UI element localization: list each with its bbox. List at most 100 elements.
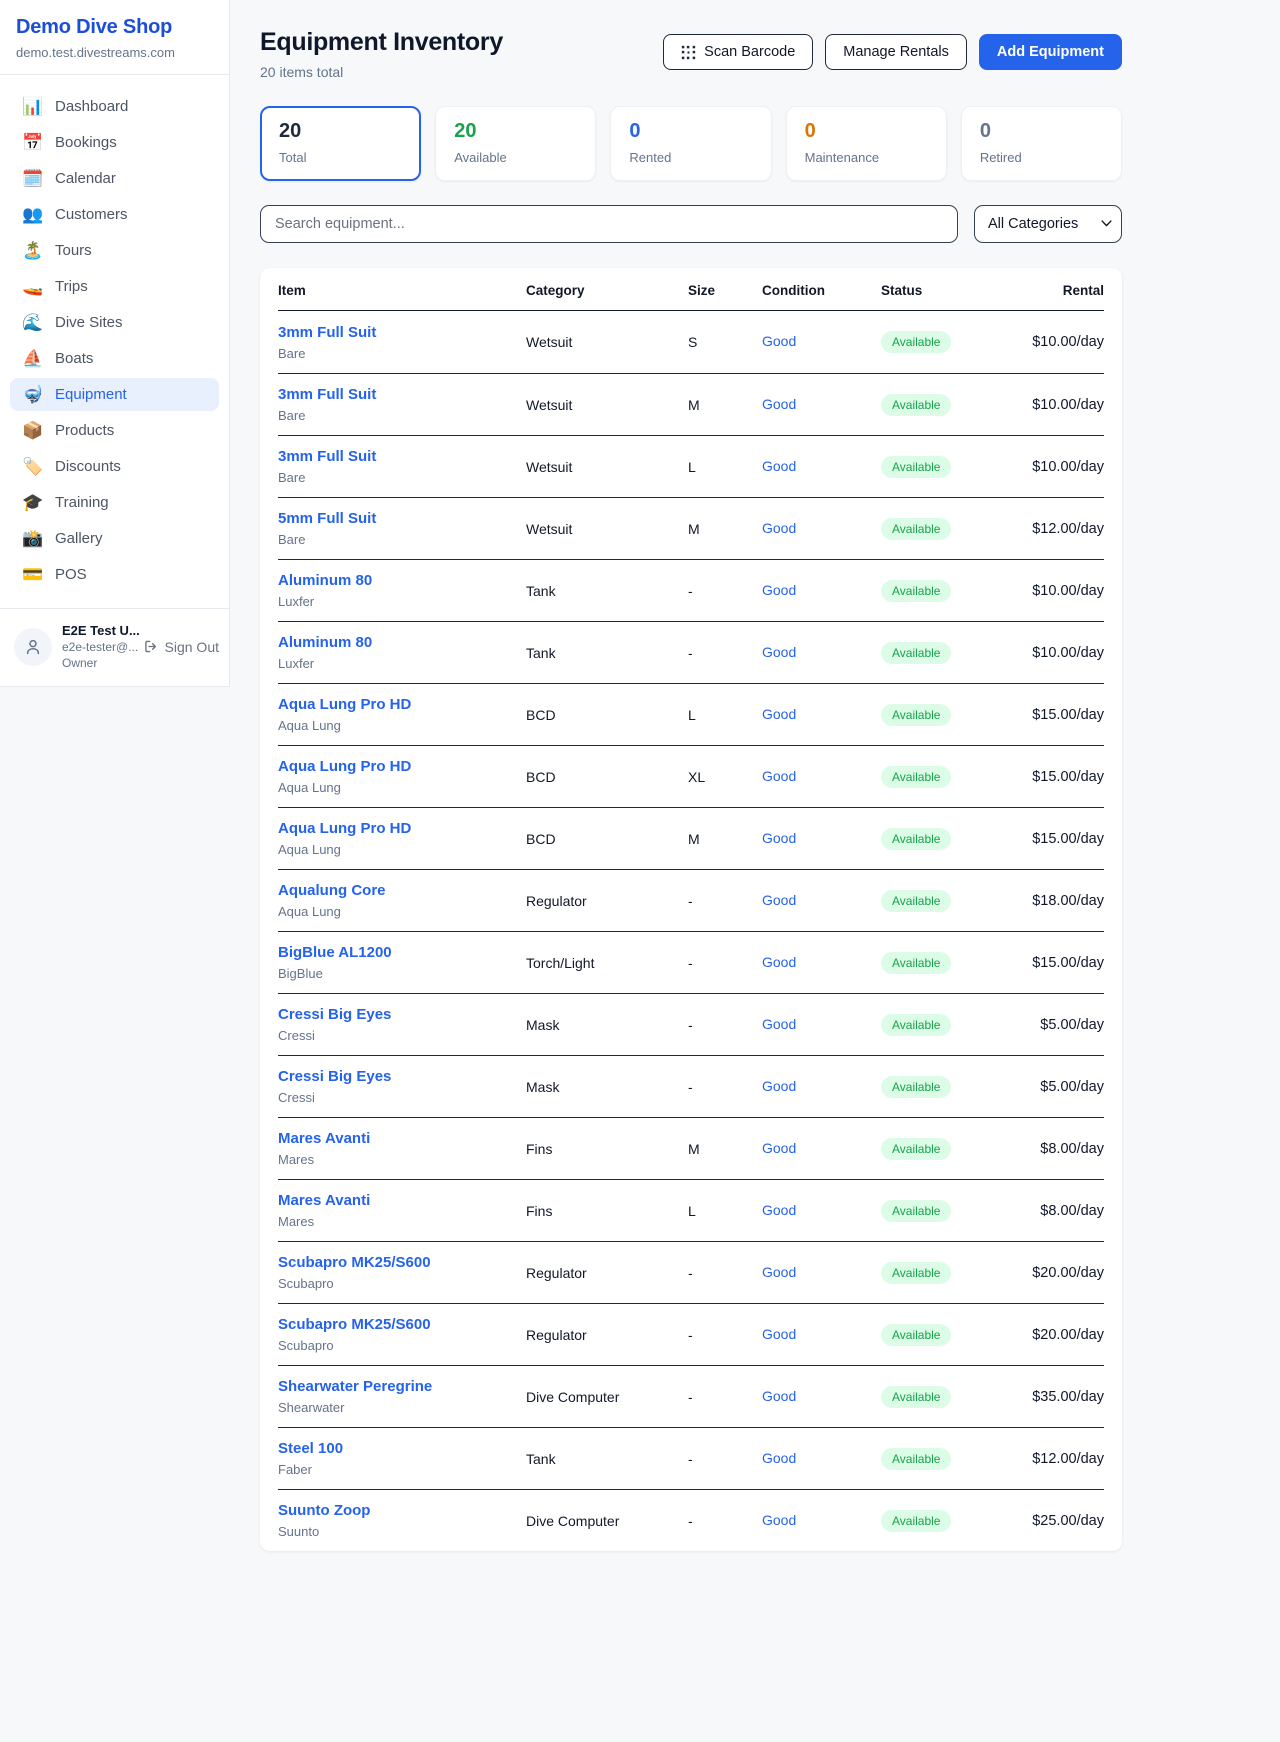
search-input[interactable]: [260, 205, 958, 243]
item-link[interactable]: Aqua Lung Pro HD: [278, 758, 411, 775]
user-box: E2E Test U... e2e-tester@... Owner Sign …: [0, 608, 229, 686]
condition-link[interactable]: Good: [762, 1078, 796, 1094]
table-row[interactable]: 3mm Full Suit Bare Wetsuit M Good Availa…: [278, 373, 1104, 435]
table-row[interactable]: Aqualung Core Aqua Lung Regulator - Good…: [278, 869, 1104, 931]
item-link[interactable]: Aluminum 80: [278, 634, 372, 651]
condition-link[interactable]: Good: [762, 1450, 796, 1466]
condition-link[interactable]: Good: [762, 644, 796, 660]
table-row[interactable]: Aluminum 80 Luxfer Tank - Good Available…: [278, 559, 1104, 621]
cell-size: M: [688, 521, 762, 537]
sidebar-item-training[interactable]: 🎓 Training: [10, 486, 219, 519]
col-size: Size: [688, 283, 762, 298]
table-row[interactable]: 5mm Full Suit Bare Wetsuit M Good Availa…: [278, 497, 1104, 559]
brand-title[interactable]: Demo Dive Shop: [16, 16, 213, 39]
table-row[interactable]: BigBlue AL1200 BigBlue Torch/Light - Goo…: [278, 931, 1104, 993]
stat-card-retired[interactable]: 0 Retired: [961, 106, 1122, 181]
stat-card-rented[interactable]: 0 Rented: [610, 106, 771, 181]
item-link[interactable]: Mares Avanti: [278, 1192, 370, 1209]
condition-link[interactable]: Good: [762, 1326, 796, 1342]
sidebar-item-equipment[interactable]: 🤿 Equipment: [10, 378, 219, 411]
item-link[interactable]: Aqua Lung Pro HD: [278, 696, 411, 713]
sidebar-item-products[interactable]: 📦 Products: [10, 414, 219, 447]
table-row[interactable]: Mares Avanti Mares Fins M Good Available…: [278, 1117, 1104, 1179]
table-row[interactable]: Aqua Lung Pro HD Aqua Lung BCD M Good Av…: [278, 807, 1104, 869]
stat-maintenance-label: Maintenance: [805, 150, 928, 165]
condition-link[interactable]: Good: [762, 1512, 796, 1528]
item-link[interactable]: Aqualung Core: [278, 882, 386, 899]
sidebar-item-boats[interactable]: ⛵ Boats: [10, 342, 219, 375]
condition-link[interactable]: Good: [762, 768, 796, 784]
sidebar-item-customers[interactable]: 👥 Customers: [10, 198, 219, 231]
category-select[interactable]: All Categories: [974, 205, 1122, 243]
sidebar-item-bookings[interactable]: 📅 Bookings: [10, 126, 219, 159]
table-row[interactable]: Shearwater Peregrine Shearwater Dive Com…: [278, 1365, 1104, 1427]
item-link[interactable]: Aluminum 80: [278, 572, 372, 589]
sidebar-item-tours[interactable]: 🏝️ Tours: [10, 234, 219, 267]
item-link[interactable]: 5mm Full Suit: [278, 510, 376, 527]
condition-link[interactable]: Good: [762, 1388, 796, 1404]
condition-link[interactable]: Good: [762, 333, 796, 349]
table-row[interactable]: Scubapro MK25/S600 Scubapro Regulator - …: [278, 1241, 1104, 1303]
table-row[interactable]: Mares Avanti Mares Fins L Good Available…: [278, 1179, 1104, 1241]
sidebar-item-dive-sites[interactable]: 🌊 Dive Sites: [10, 306, 219, 339]
item-link[interactable]: Cressi Big Eyes: [278, 1006, 391, 1023]
item-link[interactable]: Aqua Lung Pro HD: [278, 820, 411, 837]
item-brand: Aqua Lung: [278, 718, 526, 733]
condition-link[interactable]: Good: [762, 458, 796, 474]
table-row[interactable]: Aluminum 80 Luxfer Tank - Good Available…: [278, 621, 1104, 683]
item-link[interactable]: BigBlue AL1200: [278, 944, 392, 961]
table-row[interactable]: Cressi Big Eyes Cressi Mask - Good Avail…: [278, 993, 1104, 1055]
condition-link[interactable]: Good: [762, 1264, 796, 1280]
condition-link[interactable]: Good: [762, 396, 796, 412]
table-row[interactable]: Aqua Lung Pro HD Aqua Lung BCD XL Good A…: [278, 745, 1104, 807]
table-row[interactable]: 3mm Full Suit Bare Wetsuit L Good Availa…: [278, 435, 1104, 497]
item-link[interactable]: Steel 100: [278, 1440, 343, 1457]
condition-link[interactable]: Good: [762, 1140, 796, 1156]
sidebar-item-calendar[interactable]: 🗓️ Calendar: [10, 162, 219, 195]
scan-barcode-button[interactable]: Scan Barcode: [663, 34, 813, 70]
sidebar-item-pos[interactable]: 💳 POS: [10, 558, 219, 591]
cell-size: -: [688, 1079, 762, 1095]
cell-rental: $10.00/day: [1023, 397, 1104, 413]
condition-link[interactable]: Good: [762, 520, 796, 536]
stat-card-maintenance[interactable]: 0 Maintenance: [786, 106, 947, 181]
condition-link[interactable]: Good: [762, 706, 796, 722]
stat-card-available[interactable]: 20 Available: [435, 106, 596, 181]
item-link[interactable]: Cressi Big Eyes: [278, 1068, 391, 1085]
item-link[interactable]: 3mm Full Suit: [278, 324, 376, 341]
table-row[interactable]: Scubapro MK25/S600 Scubapro Regulator - …: [278, 1303, 1104, 1365]
sidebar-item-discounts[interactable]: 🏷️ Discounts: [10, 450, 219, 483]
table-row[interactable]: Aqua Lung Pro HD Aqua Lung BCD L Good Av…: [278, 683, 1104, 745]
condition-link[interactable]: Good: [762, 954, 796, 970]
sidebar-item-dashboard[interactable]: 📊 Dashboard: [10, 90, 219, 123]
item-link[interactable]: Scubapro MK25/S600: [278, 1254, 431, 1271]
status-badge: Available: [881, 1448, 951, 1470]
cell-size: -: [688, 583, 762, 599]
cell-size: -: [688, 1389, 762, 1405]
col-rental: Rental: [1023, 283, 1104, 298]
add-equipment-button[interactable]: Add Equipment: [979, 34, 1122, 70]
table-row[interactable]: Suunto Zoop Suunto Dive Computer - Good …: [278, 1489, 1104, 1551]
item-link[interactable]: Shearwater Peregrine: [278, 1378, 432, 1395]
condition-link[interactable]: Good: [762, 1202, 796, 1218]
table-row[interactable]: Cressi Big Eyes Cressi Mask - Good Avail…: [278, 1055, 1104, 1117]
table-row[interactable]: Steel 100 Faber Tank - Good Available $1…: [278, 1427, 1104, 1489]
item-link[interactable]: Scubapro MK25/S600: [278, 1316, 431, 1333]
item-brand: Scubapro: [278, 1338, 526, 1353]
sign-out-button[interactable]: Sign Out: [142, 638, 219, 655]
condition-link[interactable]: Good: [762, 830, 796, 846]
item-link[interactable]: 3mm Full Suit: [278, 386, 376, 403]
condition-link[interactable]: Good: [762, 1016, 796, 1032]
brand-block: Demo Dive Shop demo.test.divestreams.com: [0, 0, 229, 75]
condition-link[interactable]: Good: [762, 892, 796, 908]
item-link[interactable]: 3mm Full Suit: [278, 448, 376, 465]
manage-rentals-button[interactable]: Manage Rentals: [825, 34, 967, 70]
item-link[interactable]: Mares Avanti: [278, 1130, 370, 1147]
item-link[interactable]: Suunto Zoop: [278, 1502, 370, 1519]
condition-link[interactable]: Good: [762, 582, 796, 598]
table-row[interactable]: 3mm Full Suit Bare Wetsuit S Good Availa…: [278, 311, 1104, 373]
sidebar-item-gallery[interactable]: 📸 Gallery: [10, 522, 219, 555]
sidebar-item-trips[interactable]: 🚤 Trips: [10, 270, 219, 303]
stat-card-total[interactable]: 20 Total: [260, 106, 421, 181]
stat-rented-label: Rented: [629, 150, 752, 165]
